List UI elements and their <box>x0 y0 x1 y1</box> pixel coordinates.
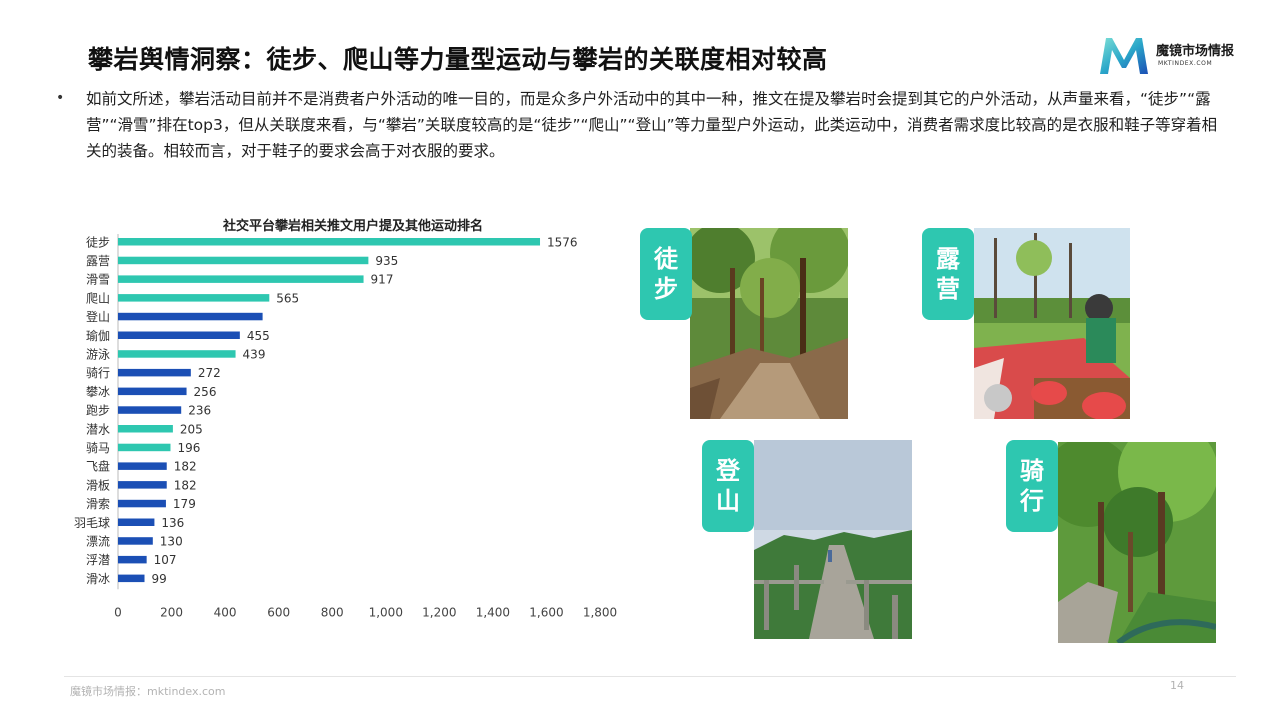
data-label: 455 <box>247 329 270 343</box>
bar <box>118 574 145 583</box>
x-tick-label: 1,600 <box>529 605 563 619</box>
data-label: 917 <box>371 273 394 287</box>
sports-ranking-chart: 社交平台攀岩相关推文用户提及其他运动排名徒步 1576 露营 935 滑雪 917 爬山 56… <box>74 218 617 619</box>
category-label: 游泳 <box>86 347 110 361</box>
cycling-photo <box>1058 442 1216 643</box>
tag-cycling: 骑行 <box>1006 440 1058 532</box>
category-label: 飞盘 <box>86 459 110 474</box>
bar <box>118 518 155 526</box>
data-label: 565 <box>276 291 299 305</box>
category-label: 羽毛球 <box>74 516 110 530</box>
category-label: 浮潜 <box>86 553 110 567</box>
bar <box>118 499 166 508</box>
tag-climbing: 登山 <box>702 440 754 532</box>
x-tick-label: 1,800 <box>583 605 617 619</box>
category-label: 登山 <box>86 309 110 324</box>
x-tick-label: 0 <box>114 605 122 619</box>
bar <box>118 368 191 377</box>
bar <box>118 555 147 564</box>
bar <box>118 481 167 489</box>
bar <box>118 537 153 545</box>
category-label: 爬山 <box>86 291 110 305</box>
bullet-icon: • <box>56 90 65 106</box>
category-label: 瑜伽 <box>86 328 110 343</box>
x-tick-label: 1,000 <box>369 605 403 619</box>
data-label: 1576 <box>547 235 578 249</box>
tag-camping: 露营 <box>922 228 974 320</box>
logo-name: 魔镜市场情报 <box>1156 44 1235 59</box>
category-label: 攀冰 <box>86 385 110 399</box>
bar <box>118 331 240 339</box>
bar <box>118 462 167 470</box>
data-label: 272 <box>198 366 221 380</box>
data-label: 99 <box>152 572 167 586</box>
bar <box>118 256 369 265</box>
data-label: 196 <box>177 441 200 455</box>
data-label: 182 <box>174 460 197 474</box>
data-label: 256 <box>194 385 217 399</box>
bar <box>118 406 182 414</box>
x-tick-label: 600 <box>267 605 290 619</box>
x-tick-label: 1,400 <box>476 605 510 619</box>
data-label: 107 <box>154 553 177 567</box>
bar <box>118 350 236 358</box>
category-label: 跑步 <box>86 404 110 418</box>
bar <box>118 387 187 396</box>
footer-source: 魔镜市场情报：mktindex.com <box>70 685 226 698</box>
logo-m-icon <box>1100 38 1148 74</box>
bar <box>118 294 270 302</box>
page-number: 14 <box>1170 679 1184 692</box>
x-tick-label: 200 <box>160 605 183 619</box>
x-tick-label: 800 <box>321 605 344 619</box>
data-label: 439 <box>243 347 266 361</box>
data-label: 935 <box>375 254 398 268</box>
data-label: 179 <box>173 497 196 511</box>
category-label: 漂流 <box>86 534 110 548</box>
data-label: 205 <box>180 422 203 436</box>
data-label: 236 <box>188 404 211 418</box>
bar <box>118 312 263 321</box>
bar <box>118 275 364 283</box>
category-label: 徒步 <box>86 235 110 249</box>
bar <box>118 443 171 452</box>
category-label: 滑冰 <box>86 572 110 586</box>
category-label: 骑行 <box>86 366 110 380</box>
category-label: 露营 <box>86 254 110 268</box>
footer-divider <box>64 676 1236 677</box>
bar <box>118 425 173 433</box>
data-label: 130 <box>160 534 183 548</box>
hiking-photo <box>690 228 848 419</box>
data-label: 182 <box>174 478 197 492</box>
category-label: 骑马 <box>86 441 110 455</box>
brand-logo: 魔镜市场情报 MKTINDEX.COM <box>1096 32 1246 78</box>
data-label: 136 <box>161 516 184 530</box>
x-tick-label: 1,200 <box>422 605 456 619</box>
category-label: 滑雪 <box>86 273 110 287</box>
category-label: 滑板 <box>86 478 110 492</box>
category-label: 潜水 <box>86 422 110 436</box>
x-tick-label: 400 <box>214 605 237 619</box>
bar <box>118 238 541 246</box>
page-title: 攀岩舆情洞察：徒步、爬山等力量型运动与攀岩的关联度相对较高 <box>88 45 828 74</box>
camping-photo <box>974 228 1130 419</box>
tag-hiking: 徒步 <box>640 228 692 320</box>
climbing-photo <box>754 440 912 639</box>
summary-paragraph: 如前文所述，攀岩活动目前并不是消费者户外活动的唯一目的，而是众多户外活动中的其中… <box>86 90 1218 160</box>
chart-title: 社交平台攀岩相关推文用户提及其他运动排名 <box>222 218 483 234</box>
category-label: 滑索 <box>86 497 110 511</box>
logo-domain: MKTINDEX.COM <box>1158 60 1213 67</box>
